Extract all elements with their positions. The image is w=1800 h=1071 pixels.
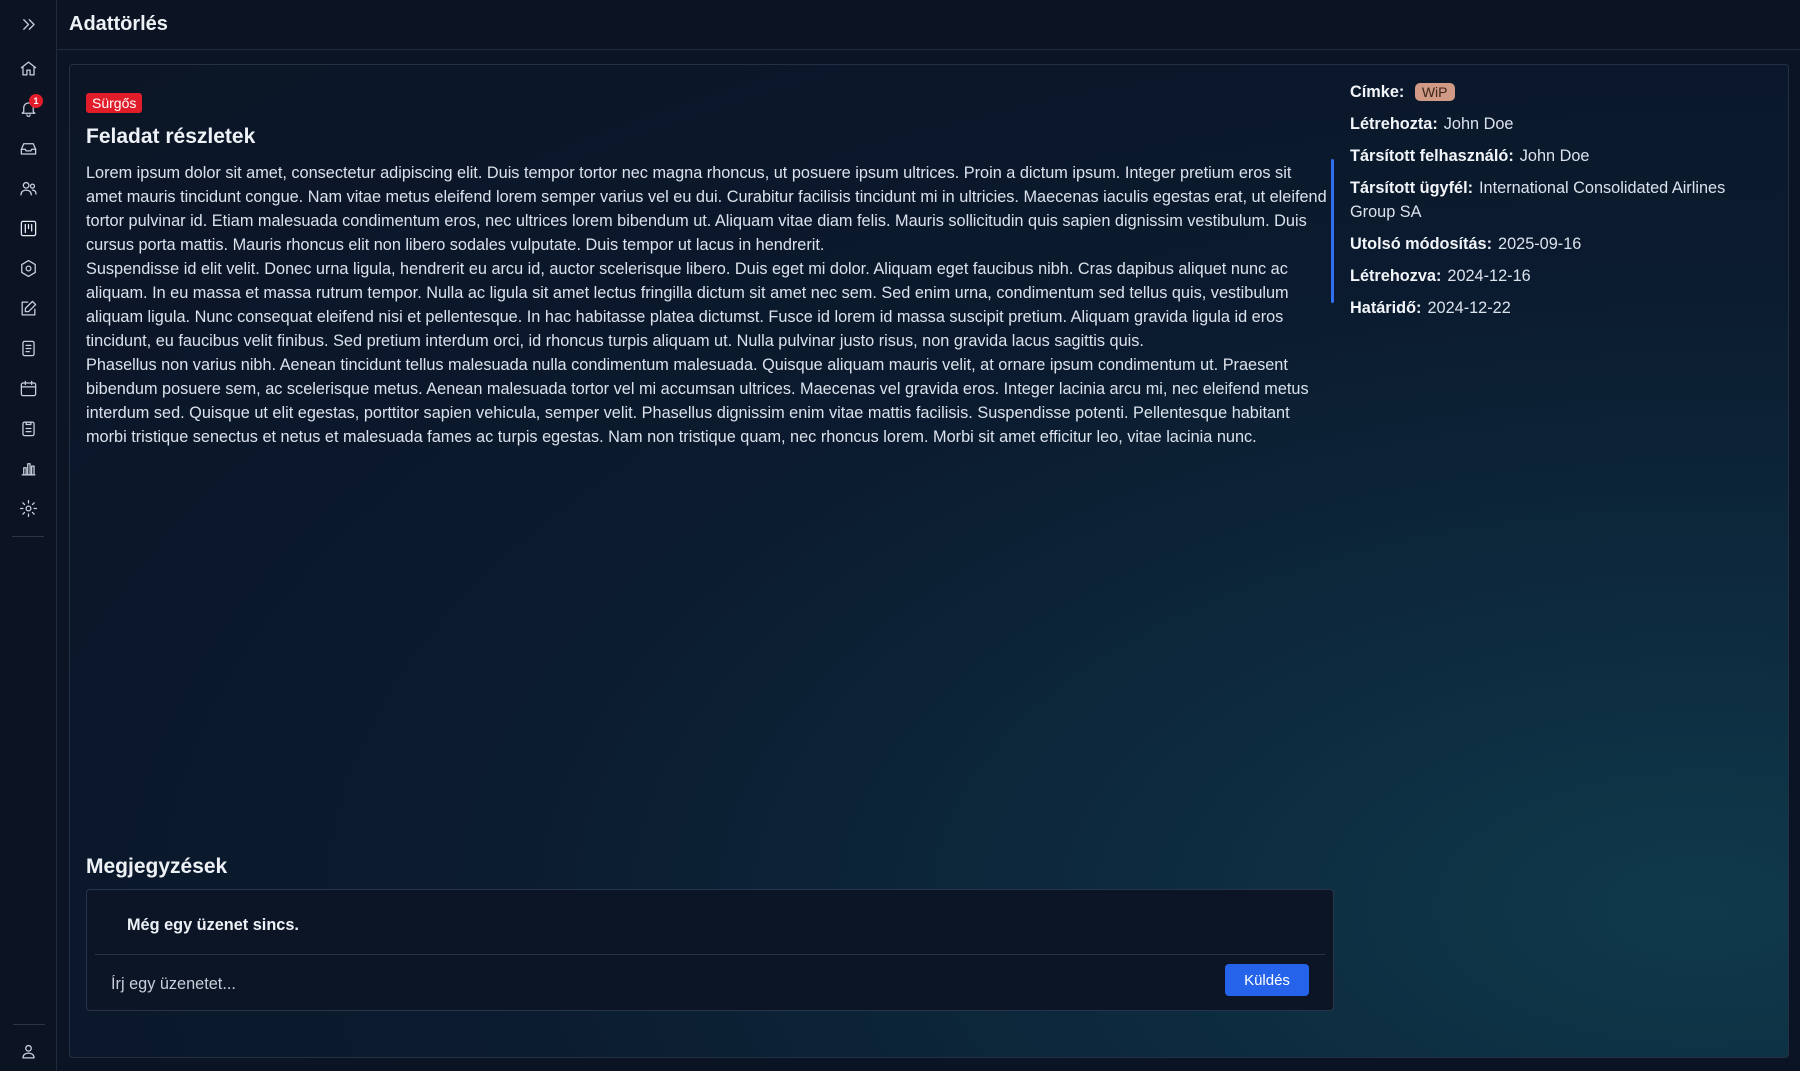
meta-created-by: Létrehozta: John Doe [1350, 112, 1760, 136]
task-description: Lorem ipsum dolor sit amet, consectetur … [86, 161, 1331, 449]
user-icon [22, 1044, 35, 1058]
sidebar-item-inbox[interactable] [8, 128, 48, 168]
tag-badge: WiP [1414, 83, 1455, 101]
clipboard-icon [21, 421, 35, 436]
sidebar-item-reports[interactable] [8, 448, 48, 488]
sidebar-item-notifications[interactable]: 1 [8, 88, 48, 128]
sidebar-item-profile[interactable] [9, 1031, 49, 1071]
gear-icon [19, 499, 37, 517]
meta-value: 2024-12-16 [1447, 267, 1531, 285]
sidebar-item-users[interactable] [8, 168, 48, 208]
notification-badge: 1 [29, 94, 43, 108]
meta-value: John Doe [1519, 147, 1590, 165]
sidebar-divider [12, 536, 44, 537]
send-button[interactable]: Küldés [1225, 964, 1309, 996]
expand-sidebar-button[interactable] [8, 4, 48, 44]
meta-value: 2024-12-22 [1427, 299, 1511, 317]
users-icon [19, 181, 37, 195]
description-paragraph: Lorem ipsum dolor sit amet, consectetur … [86, 164, 1327, 254]
sidebar-item-integrations[interactable] [8, 248, 48, 288]
task-detail-panel: Sürgős Feladat részletek Lorem ipsum dol… [69, 64, 1789, 1058]
meta-label: Határidő: [1350, 299, 1422, 317]
sidebar-item-board[interactable] [8, 208, 48, 248]
sidebar-item-calendar[interactable] [8, 368, 48, 408]
meta-assigned-user: Társított felhasználó: John Doe [1350, 144, 1760, 168]
meta-label: Utolsó módosítás: [1350, 235, 1493, 253]
meta-label: Társított ügyfél: [1350, 179, 1474, 197]
top-bar: Adattörlés [57, 0, 1800, 50]
description-paragraph: Suspendisse id elit velit. Donec urna li… [86, 260, 1289, 350]
sidebar-item-documents[interactable] [8, 328, 48, 368]
meta-label: Címke: [1350, 83, 1405, 101]
home-icon [20, 61, 36, 75]
edit-square-icon [21, 300, 36, 315]
kanban-icon [20, 220, 36, 236]
notes-box: Még egy üzenet sincs. Küldés [86, 889, 1334, 1011]
sidebar-item-settings[interactable] [8, 488, 48, 528]
inbox-icon [20, 142, 36, 155]
task-metadata: Címke: WiP Létrehozta: John Doe Társított… [1350, 80, 1760, 328]
page-title: Adattörlés [69, 13, 168, 35]
sidebar: 1 [0, 0, 57, 1071]
meta-label: Létrehozva: [1350, 267, 1442, 285]
sidebar-item-home[interactable] [8, 48, 48, 88]
message-input[interactable] [111, 966, 1191, 1002]
meta-last-modified: Utolsó módosítás: 2025-09-16 [1350, 232, 1760, 256]
meta-tag: Címke: WiP [1350, 80, 1760, 104]
bar-chart-icon [21, 462, 35, 475]
meta-label: Létrehozta: [1350, 115, 1438, 133]
meta-label: Társított felhasználó: [1350, 147, 1514, 165]
task-details-heading: Feladat részletek [86, 125, 256, 148]
hexagon-gear-icon [20, 259, 36, 277]
description-paragraph: Phasellus non varius nibh. Aenean tincid… [86, 356, 1309, 446]
notes-heading: Megjegyzések [86, 855, 228, 878]
meta-value: John Doe [1443, 115, 1514, 133]
meta-created: Létrehozva: 2024-12-16 [1350, 264, 1760, 288]
meta-assigned-client: Társított ügyfél: International Consolida… [1350, 176, 1760, 224]
meta-deadline: Határidő: 2024-12-22 [1350, 296, 1760, 320]
notes-divider [95, 954, 1325, 955]
empty-notes-message: Még egy üzenet sincs. [127, 916, 299, 934]
priority-badge: Sürgős [86, 93, 143, 113]
scroll-indicator[interactable] [1331, 159, 1334, 303]
chevrons-right-icon [22, 18, 35, 30]
document-icon [21, 340, 35, 356]
sidebar-item-tasks[interactable] [8, 288, 48, 328]
sidebar-bottom-divider [12, 1024, 45, 1025]
sidebar-item-checklist[interactable] [8, 408, 48, 448]
calendar-icon [20, 380, 36, 396]
meta-value: 2025-09-16 [1498, 235, 1582, 253]
